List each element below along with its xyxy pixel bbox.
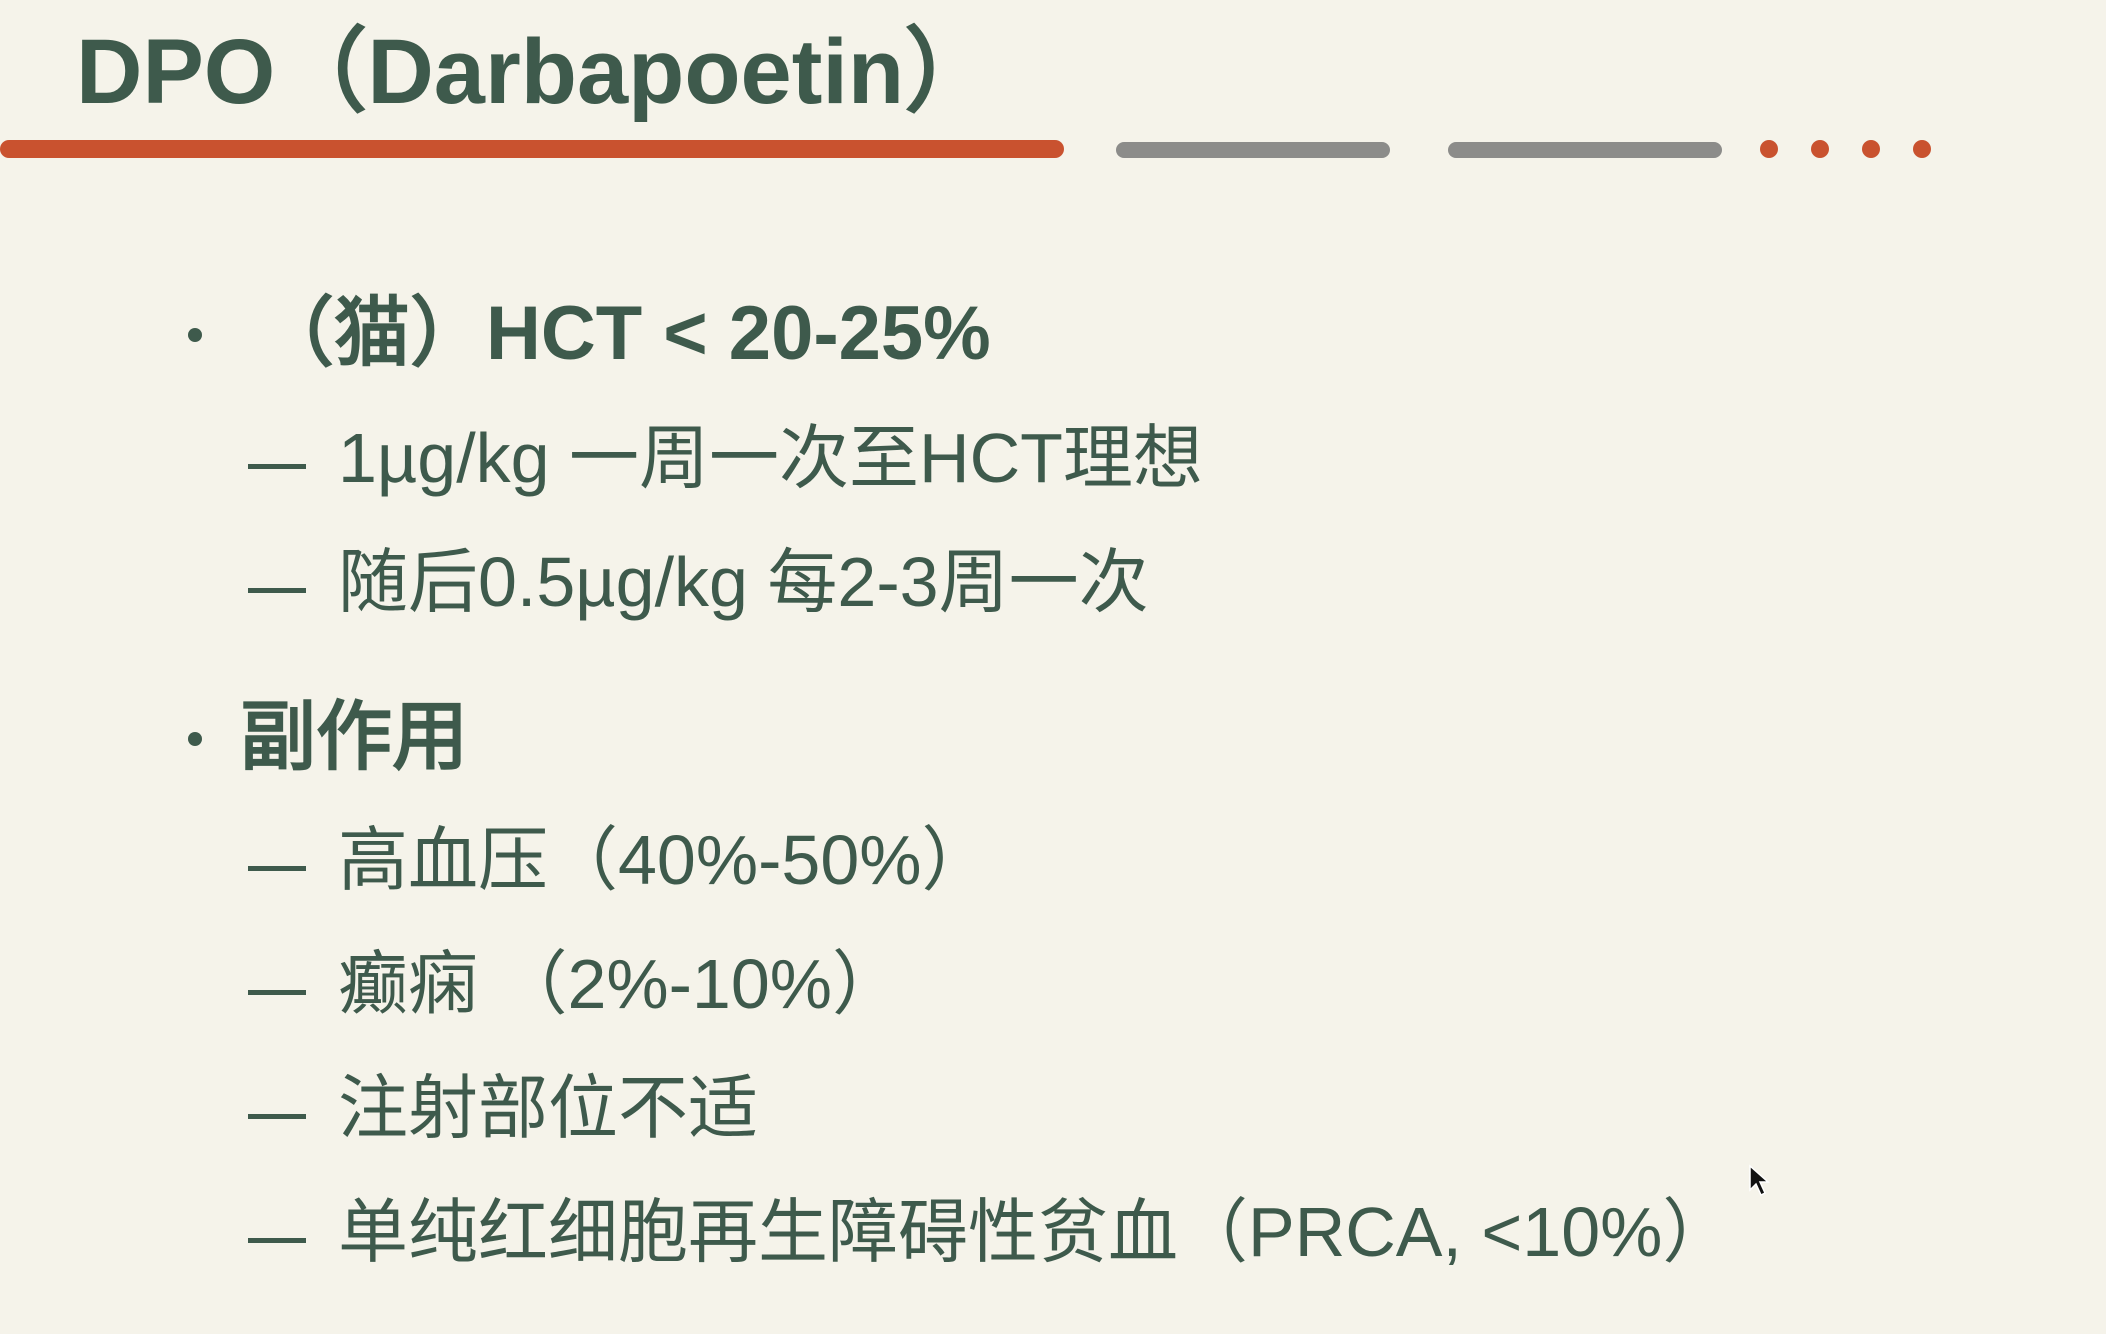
dash-marker: [248, 866, 306, 871]
bullet-2-subitem-2: 癫痫 （2%-10%）: [338, 945, 903, 1023]
bullet-2-subitem-1: 高血压（40%-50%）: [338, 821, 992, 899]
dash-marker: [248, 990, 306, 995]
mouse-pointer-icon: [1749, 1164, 1770, 1197]
title-underline-segment-1: [1116, 142, 1390, 158]
slide-title: DPO（Darbapoetin）: [76, 21, 997, 123]
bullet-1-subitem-2: 随后0.5µg/kg 每2-3周一次: [338, 543, 1149, 621]
bullet-2-subitem-3: 注射部位不适: [338, 1069, 758, 1147]
dash-marker: [248, 588, 306, 593]
title-underline-dot-2: [1811, 140, 1829, 158]
title-underline-dot-4: [1913, 140, 1931, 158]
bullet-1-subitem-1: 1µg/kg 一周一次至HCT理想: [338, 419, 1203, 497]
dash-marker: [248, 1114, 306, 1119]
title-underline-dot-3: [1862, 140, 1880, 158]
dash-marker: [248, 464, 306, 469]
bullet-marker: [188, 328, 202, 342]
bullet-marker: [188, 732, 202, 746]
dash-marker: [248, 1238, 306, 1243]
title-underline-dot-1: [1760, 140, 1778, 158]
title-underline-accent: [0, 140, 1064, 158]
bullet-2-label: 副作用: [240, 695, 468, 780]
bullet-1-label: （猫）HCT < 20-25%: [258, 291, 991, 376]
slide: DPO（Darbapoetin） （猫）HCT < 20-25% 1µg/kg …: [0, 0, 2106, 1334]
title-underline-segment-2: [1448, 142, 1722, 158]
bullet-2-subitem-4: 单纯红细胞再生障碍性贫血（PRCA, <10%）: [338, 1193, 1733, 1271]
